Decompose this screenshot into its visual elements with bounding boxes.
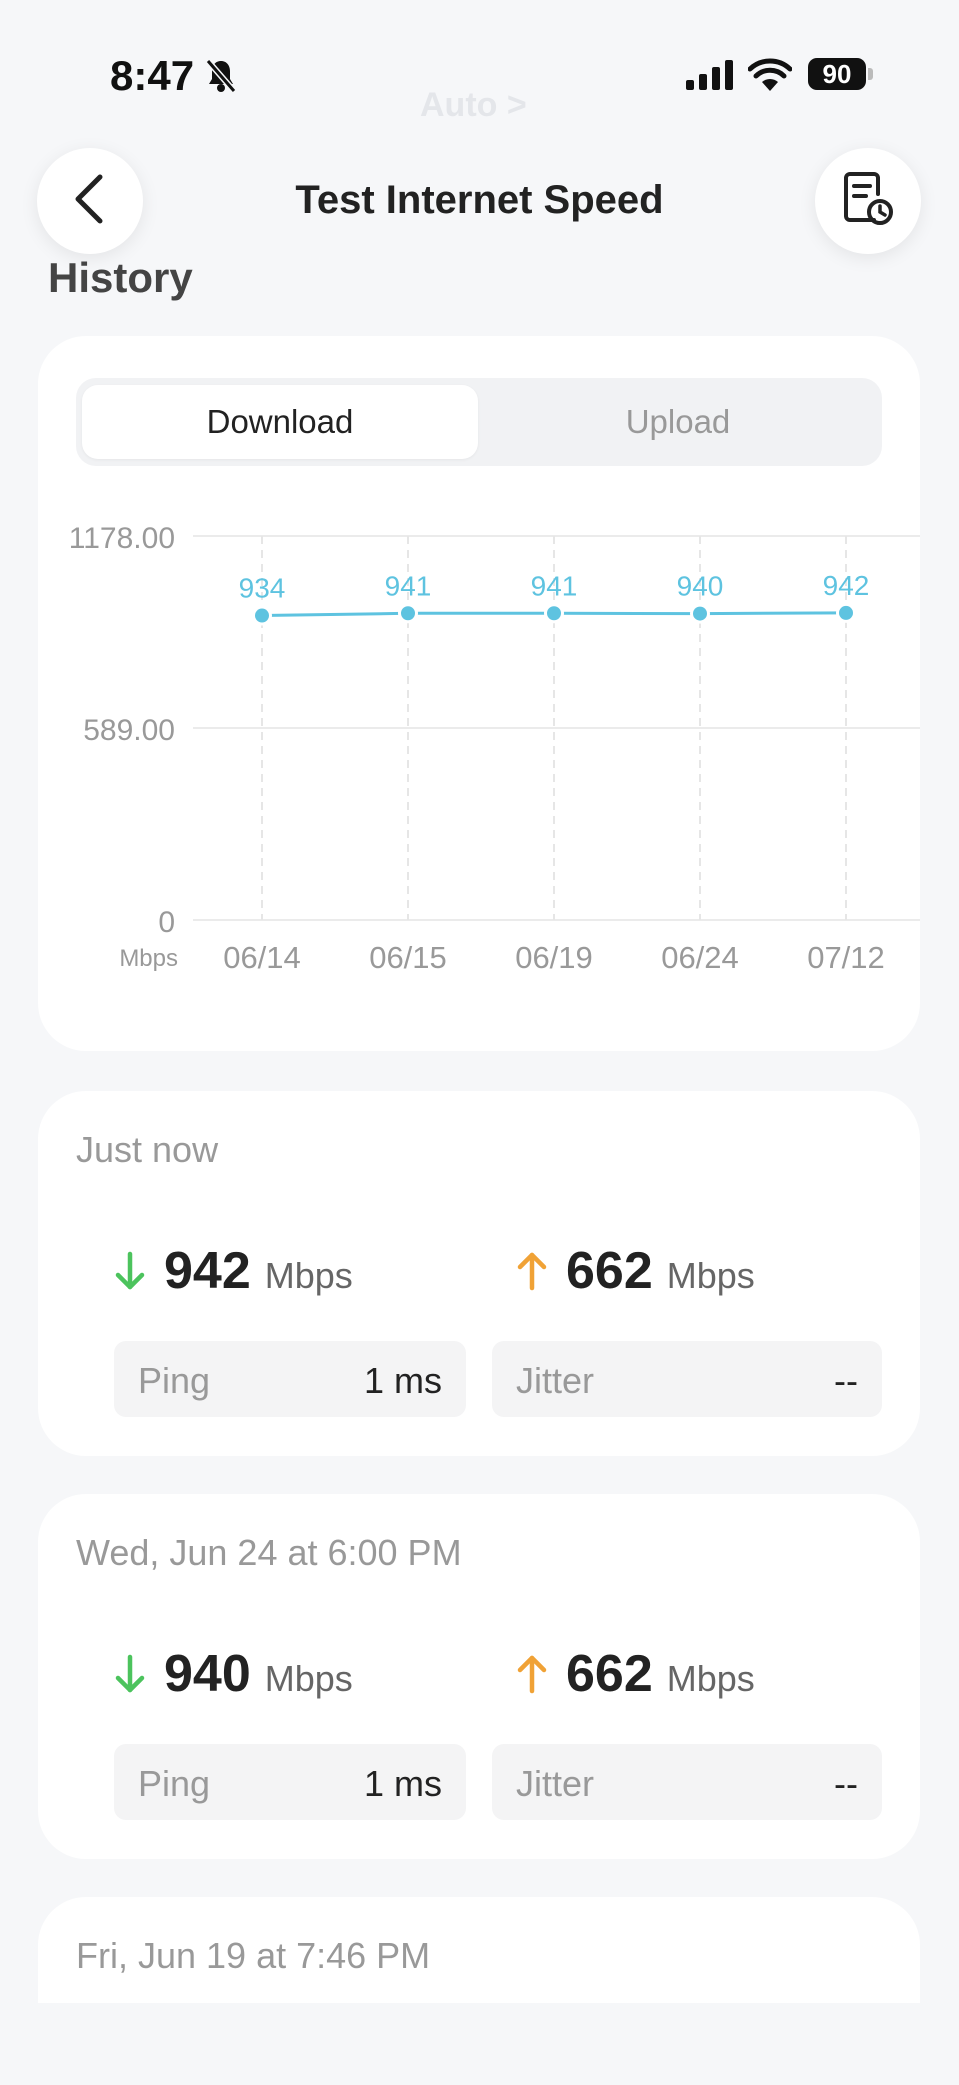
data-point xyxy=(693,606,707,621)
ping-metric: Ping 1 ms xyxy=(114,1744,466,1820)
jitter-label: Jitter xyxy=(516,1763,595,1804)
y-axis-unit: Mbps xyxy=(119,945,178,972)
tab-download[interactable]: Download xyxy=(82,385,478,459)
data-label: 940 xyxy=(677,571,724,602)
status-bar: 8:47 90 xyxy=(0,0,959,150)
upload-value: 662 xyxy=(566,1645,653,1703)
data-label: 941 xyxy=(531,570,578,601)
data-label: 934 xyxy=(239,573,286,604)
cellular-signal-icon xyxy=(686,60,734,95)
download-value: 942 xyxy=(164,1242,251,1300)
data-label: 942 xyxy=(823,570,870,601)
data-point xyxy=(401,606,415,621)
ping-value: 1 ms xyxy=(363,1763,442,1804)
upload-speed: 662 Mbps xyxy=(516,1241,755,1301)
jitter-label: Jitter xyxy=(516,1360,595,1401)
arrow-up-icon xyxy=(517,1655,547,1694)
result-card[interactable]: Just now 942 Mbps 662 Mbps Ping 1 ms Jit… xyxy=(38,1091,920,1456)
tab-upload[interactable]: Upload xyxy=(480,385,876,459)
result-date: Wed, Jun 24 at 6:00 PM xyxy=(76,1532,462,1573)
upload-unit: Mbps xyxy=(666,1255,755,1296)
result-date: Just now xyxy=(76,1129,219,1170)
data-point xyxy=(547,606,561,621)
y-tick-label: 0 xyxy=(158,906,175,939)
y-tick-label: 589.00 xyxy=(83,714,175,747)
history-heading: History xyxy=(48,254,193,301)
x-tick-label: 06/24 xyxy=(661,940,739,975)
bell-muted-icon xyxy=(205,58,237,99)
download-value: 940 xyxy=(164,1645,251,1703)
jitter-value: -- xyxy=(834,1763,858,1804)
result-card[interactable]: Wed, Jun 24 at 6:00 PM 940 Mbps 662 Mbps… xyxy=(38,1494,920,1859)
download-speed: 940 Mbps xyxy=(114,1644,353,1704)
x-tick-label: 06/15 xyxy=(369,940,447,975)
history-button[interactable] xyxy=(815,148,921,254)
battery-indicator: 90 xyxy=(808,58,866,90)
bottom-fade xyxy=(0,2003,959,2085)
upload-value: 662 xyxy=(566,1242,653,1300)
data-point xyxy=(839,605,853,620)
arrow-down-icon xyxy=(115,1251,145,1290)
download-unit: Mbps xyxy=(264,1255,353,1296)
jitter-metric: Jitter -- xyxy=(492,1744,882,1820)
data-point xyxy=(255,608,269,623)
speed-history-chart: 1178.00 589.00 0 06/14 06/15 06/19 06/24 07/12 M… xyxy=(69,522,920,975)
battery-tip xyxy=(868,68,873,80)
ping-label: Ping xyxy=(138,1360,211,1401)
upload-unit: Mbps xyxy=(666,1658,755,1699)
x-tick-label: 06/19 xyxy=(515,940,593,975)
nav-bar: Test Internet Speed xyxy=(0,140,959,270)
wifi-icon xyxy=(747,58,793,97)
download-speed: 942 Mbps xyxy=(114,1241,353,1301)
result-date: Fri, Jun 19 at 7:46 PM xyxy=(76,1935,431,1976)
arrow-up-icon xyxy=(517,1252,547,1291)
download-upload-toggle: Download Upload xyxy=(76,378,882,466)
upload-speed: 662 Mbps xyxy=(516,1644,755,1704)
arrow-down-icon xyxy=(115,1654,145,1693)
chart-card: Download Upload 1178.00 589.00 0 06/14 06/15… xyxy=(38,336,920,1051)
ping-metric: Ping 1 ms xyxy=(114,1341,466,1417)
y-tick-label: 1178.00 xyxy=(69,522,175,555)
jitter-value: -- xyxy=(834,1360,858,1401)
download-unit: Mbps xyxy=(264,1658,353,1699)
jitter-metric: Jitter -- xyxy=(492,1341,882,1417)
data-label: 941 xyxy=(385,570,432,601)
ping-label: Ping xyxy=(138,1763,211,1804)
document-clock-icon xyxy=(840,170,896,233)
x-tick-label: 07/12 xyxy=(807,940,885,975)
x-tick-label: 06/14 xyxy=(223,940,301,975)
ping-value: 1 ms xyxy=(363,1360,442,1401)
ghost-text: Auto > xyxy=(420,86,527,124)
status-time: 8:47 xyxy=(110,52,195,99)
